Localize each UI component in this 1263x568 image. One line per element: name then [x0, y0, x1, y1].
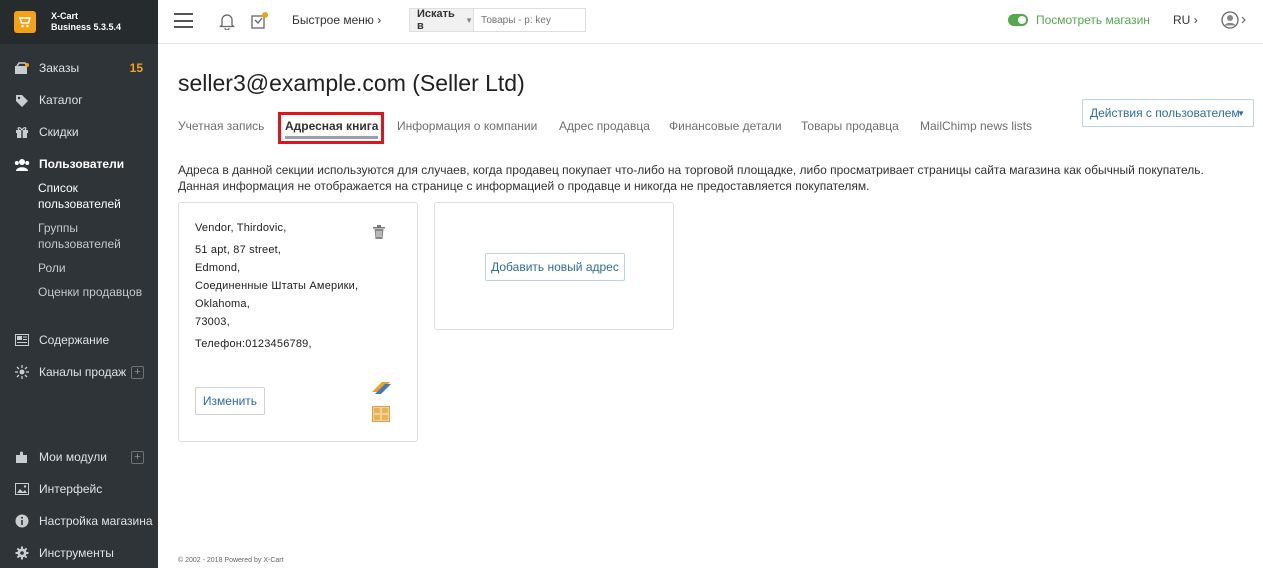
address-card: Vendor, Thirdovic, 51 apt, 87 street, Ed… [178, 202, 418, 442]
sidebar-item-label: Каналы продаж [39, 365, 127, 379]
sidebar-item-discounts[interactable]: Скидки [0, 122, 158, 142]
sidebar-item-catalog[interactable]: Каталог [0, 90, 158, 110]
sales-channels-icon [13, 365, 30, 379]
tab-vendor-address[interactable]: Адрес продавца [559, 119, 650, 133]
user-account-icon[interactable] [1221, 11, 1247, 34]
tab-mailchimp[interactable]: MailChimp news lists [920, 119, 1032, 133]
sidebar-item-label: Заказы [39, 61, 80, 75]
content-icon [13, 333, 30, 347]
sidebar-item-label: Содержание [39, 333, 110, 347]
sidebar-item-label: Инструменты [39, 546, 114, 560]
brand[interactable]: X-Cart Business 5.3.5.4 [0, 0, 158, 44]
sidebar-subitem-roles[interactable]: Роли [38, 260, 66, 276]
add-address-card: Добавить новый адрес [434, 202, 674, 330]
address-country: Соединенные Штаты Америки, [195, 280, 359, 292]
add-icon[interactable]: + [131, 450, 144, 464]
sidebar-item-store-setup[interactable]: Настройка магазина [0, 511, 158, 531]
users-icon [13, 157, 30, 171]
address-city: Edmond, [195, 262, 241, 274]
gift-icon [13, 125, 30, 139]
sidebar-item-label: Каталог [39, 93, 83, 107]
tab-account[interactable]: Учетная запись [178, 119, 264, 133]
address-name: Vendor, Thirdovic, [195, 222, 287, 234]
brand-edition: Business 5.3.5.4 [51, 22, 122, 32]
tab-financial-details[interactable]: Финансовые детали [669, 119, 782, 133]
sidebar-item-label: Скидки [39, 125, 79, 139]
tag-icon [13, 93, 30, 107]
trash-icon[interactable] [373, 225, 385, 244]
footer-copyright: © 2002 - 2018 Powered by X-Cart [178, 557, 284, 564]
orders-count-badge: 15 [129, 61, 143, 75]
sidebar-item-my-modules[interactable]: Мои модули + [0, 447, 158, 467]
address-info-text: Адреса в данной секции используются для … [178, 163, 1204, 193]
sidebar-item-content[interactable]: Содержание [0, 330, 158, 350]
sidebar-subitem-user-list[interactable]: Список пользователей [38, 180, 121, 212]
caret-down-icon: ▼ [465, 15, 473, 25]
page-title: seller3@example.com (Seller Ltd) [178, 70, 525, 96]
sidebar-item-orders[interactable]: Заказы 15 [0, 58, 158, 78]
sidebar-item-sales-channels[interactable]: Каналы продаж + [0, 362, 158, 382]
sidebar-item-label: Настройка магазина [39, 514, 153, 528]
edit-address-button[interactable]: Изменить [195, 387, 265, 415]
add-icon[interactable]: + [131, 365, 144, 379]
address-zip: 73003, [195, 316, 230, 328]
hamburger-menu-icon[interactable] [174, 13, 193, 28]
chevron-right-icon: › [377, 13, 382, 27]
top-bar: Быстрое меню › Искать в▼ Посмотреть мага… [158, 0, 1263, 44]
brand-name: X-Cart [51, 11, 79, 21]
chevron-right-icon: › [1193, 13, 1198, 27]
sidebar: X-Cart Business 5.3.5.4 Заказы 15 Катало… [0, 0, 158, 568]
sidebar-item-users[interactable]: Пользователи [0, 154, 158, 174]
search-input[interactable] [474, 9, 585, 31]
puzzle-icon [13, 450, 30, 464]
highlight-frame [278, 112, 384, 144]
add-new-address-button[interactable]: Добавить новый адрес [485, 253, 625, 281]
sidebar-item-label: Мои модули [39, 450, 107, 464]
bell-icon[interactable] [218, 12, 236, 35]
sidebar-item-label: Пользователи [39, 157, 125, 171]
xcart-logo-icon [14, 11, 36, 33]
shipping-address-icon[interactable] [370, 380, 392, 401]
orders-icon [13, 61, 30, 75]
billing-address-icon[interactable] [372, 406, 390, 427]
quick-menu-link[interactable]: Быстрое меню › [292, 13, 381, 27]
sidebar-subitem-vendor-ratings[interactable]: Оценки продавцов [38, 284, 142, 300]
address-street: 51 apt, 87 street, [195, 244, 282, 256]
tab-company-info[interactable]: Информация о компании [397, 119, 537, 133]
sidebar-item-interface[interactable]: Интерфейс [0, 479, 158, 499]
user-actions-button[interactable]: Действия с пользователем ▼ [1082, 99, 1254, 127]
sidebar-subitem-user-groups[interactable]: Группы пользователей [38, 220, 121, 252]
info-icon [13, 514, 30, 528]
storefront-toggle[interactable] [1008, 14, 1028, 26]
gear-icon [13, 546, 30, 560]
address-phone: Телефон:0123456789, [195, 338, 312, 350]
sidebar-item-label: Интерфейс [39, 482, 103, 496]
quick-actions-icon[interactable] [250, 11, 270, 36]
tab-vendor-products[interactable]: Товары продавца [801, 119, 899, 133]
address-state: Oklahoma, [195, 298, 250, 310]
view-shop-link[interactable]: Посмотреть магазин [1036, 13, 1150, 27]
image-icon [13, 482, 30, 496]
search-box: Искать в ▼ [409, 8, 586, 32]
language-selector[interactable]: RU › [1173, 13, 1198, 27]
caret-down-icon: ▼ [1237, 108, 1245, 118]
search-scope-select[interactable]: Искать в ▼ [410, 8, 474, 32]
sidebar-item-tools[interactable]: Инструменты [0, 543, 158, 563]
